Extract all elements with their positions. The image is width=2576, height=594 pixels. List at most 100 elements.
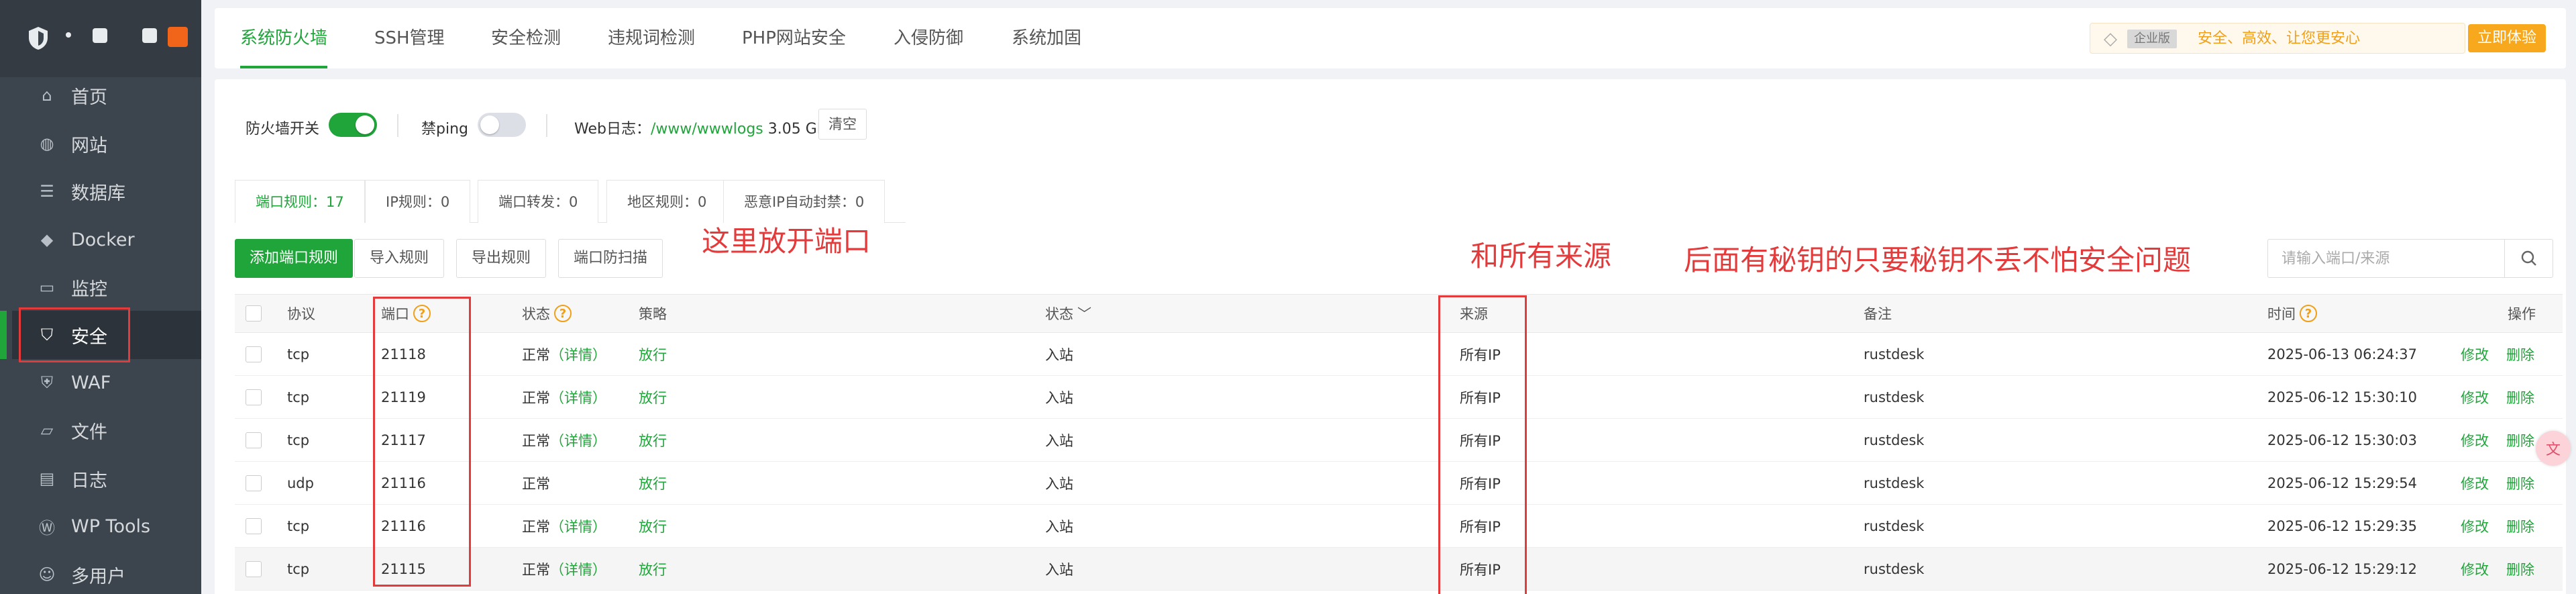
sidebar-item-7[interactable]: ▱ 文件 [12,406,201,454]
sidebar-item-label: Docker [71,229,135,250]
log-icon: ▤ [39,469,55,488]
subtab-0[interactable]: 端口规则：17 [235,180,365,223]
help-icon[interactable]: ? [2300,305,2317,322]
cell-policy: 放行 [639,346,667,363]
tab-5[interactable]: 入侵防御 [894,8,963,68]
annotation-sources: 和所有来源 [1470,240,1612,273]
sidebar-item-label: WAF [71,372,111,393]
sidebar-item-4[interactable]: ▭ 监控 [12,263,201,311]
cell-protocol: tcp [287,389,310,405]
weblog-label: Web日志：/www/wwwlogs 3.05 GB [574,117,827,138]
select-all-checkbox[interactable] [246,305,262,321]
rule-subtabs: 端口规则：17 IP规则：0 端口转发：0 地区规则：0 恶意IP自动封禁：0 [235,180,906,223]
weblog-path-link[interactable]: /www/wwwlogs [651,121,763,138]
delete-link[interactable]: 删除 [2506,516,2534,536]
delete-link[interactable]: 删除 [2506,430,2534,450]
sidebar-item-2[interactable]: ☰ 数据库 [12,167,201,215]
weblog-label-text: Web日志： [574,121,651,138]
detail-link[interactable]: （详情） [550,387,606,407]
cell-direction: 入站 [1045,432,1073,449]
ping-toggle[interactable] [478,113,526,137]
tab-4[interactable]: PHP网站安全 [742,8,846,68]
chevron-down-icon: ﹀ [1077,306,1091,322]
sidebar-item-10[interactable]: ☺ 多用户 [12,550,201,594]
enterprise-banner[interactable]: ◇ 企业版 安全、高效、让您更安心 [2090,23,2465,54]
edit-link[interactable]: 修改 [2461,387,2489,407]
delete-link[interactable]: 删除 [2506,387,2534,407]
sidebar-item-9[interactable]: Ⓦ WP Tools [12,502,201,550]
port-scan-protection-button[interactable]: 端口防扫描 [558,239,663,278]
search-button[interactable] [2504,240,2553,277]
edit-link[interactable]: 修改 [2461,473,2489,493]
sidebar-item-1[interactable]: ◍ 网站 [12,119,201,168]
subtab-4[interactable]: 恶意IP自动封禁：0 [723,180,885,223]
trial-button[interactable]: 立即体验 [2467,24,2546,52]
cell-direction: 入站 [1045,561,1073,578]
subtab-3[interactable]: 地区规则：0 [606,180,728,223]
row-checkbox[interactable] [246,517,262,534]
col-direction[interactable]: 状态 ﹀ [1045,295,1091,332]
sidebar-item-6[interactable]: ⛨ WAF [12,358,201,407]
row-checkbox[interactable] [246,389,262,405]
header-square-icon[interactable] [142,28,157,43]
row-checkbox[interactable] [246,560,262,577]
delete-link[interactable]: 删除 [2506,344,2534,364]
cell-status: 正常 （详情） [522,333,606,375]
sidebar-item-label: 监控 [71,279,107,300]
clear-log-button[interactable]: 清空 [818,109,867,140]
col-ops: 操作 [2508,306,2536,322]
database-icon: ☰ [40,182,54,201]
tab-3[interactable]: 违规词检测 [608,8,695,68]
cell-time: 2025-06-12 15:29:35 [2267,517,2418,534]
row-checkbox[interactable] [246,346,262,362]
tab-1[interactable]: SSH管理 [374,8,445,68]
sidebar-item-label: 多用户 [71,566,125,587]
detail-link[interactable]: （详情） [550,430,606,450]
translate-float-icon[interactable]: 文 [2536,431,2571,466]
edit-link[interactable]: 修改 [2461,516,2489,536]
tab-0[interactable]: 系统防火墙 [240,8,328,68]
delete-link[interactable]: 删除 [2506,473,2534,493]
cell-ops: 修改 删除 [2461,505,2534,547]
edit-link[interactable]: 修改 [2461,344,2489,364]
cell-policy: 放行 [639,432,667,449]
cell-policy: 放行 [639,518,667,535]
detail-link[interactable]: （详情） [550,559,606,579]
waf-shield-icon: ⛨ [41,373,53,392]
table-row: tcp 21118 正常 （详情） 放行 入站 所有IP rustdesk 2025-06-13… [235,333,2563,376]
detail-link[interactable]: （详情） [550,516,606,536]
status-text: 正常 [522,561,550,578]
cell-ops: 修改 删除 [2461,548,2534,590]
delete-link[interactable]: 删除 [2506,559,2534,579]
status-text: 正常 [522,432,550,449]
cell-status: 正常 （详情） [522,548,606,590]
header-dot-icon [66,32,71,38]
active-indicator [0,311,7,359]
sidebar-item-8[interactable]: ▤ 日志 [12,454,201,503]
search-input[interactable] [2268,240,2503,277]
cell-time: 2025-06-12 15:30:03 [2267,432,2418,448]
header-square-icon[interactable] [93,28,107,43]
detail-link[interactable]: （详情） [550,344,606,364]
row-checkbox[interactable] [246,432,262,448]
import-rules-button[interactable]: 导入规则 [354,239,445,278]
col-direction-label: 状态 [1045,306,1073,322]
folder-icon: ▱ [40,421,54,440]
export-rules-button[interactable]: 导出规则 [456,239,547,278]
help-icon[interactable]: ? [554,305,572,322]
subtab-1[interactable]: IP规则：0 [365,180,471,223]
edit-link[interactable]: 修改 [2461,430,2489,450]
row-checkbox[interactable] [246,475,262,491]
add-port-rule-button[interactable]: 添加端口规则 [235,239,354,278]
sidebar-item-3[interactable]: ◆ Docker [12,215,201,264]
edit-link[interactable]: 修改 [2461,559,2489,579]
sidebar-item-0[interactable]: ⌂ 首页 [12,71,201,119]
logo-bar [0,0,201,77]
tab-2[interactable]: 安全检测 [491,8,561,68]
cell-policy: 放行 [639,389,667,406]
tab-6[interactable]: 系统加固 [1012,8,1081,68]
cell-policy: 放行 [639,561,667,578]
notification-icon[interactable] [168,27,188,47]
subtab-2[interactable]: 端口转发：0 [478,180,599,223]
firewall-toggle[interactable] [329,113,377,137]
